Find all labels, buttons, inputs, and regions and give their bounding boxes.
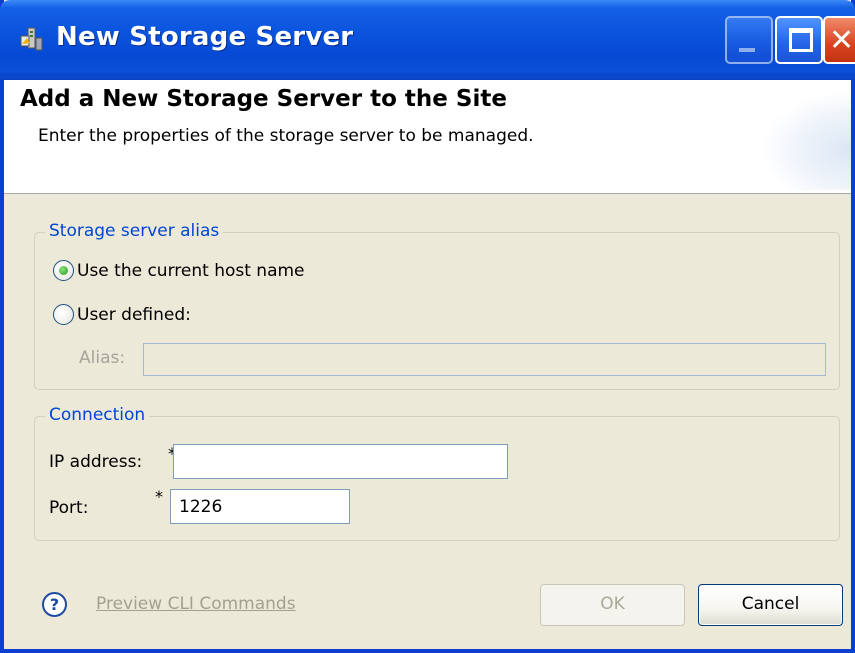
app-icon xyxy=(20,27,43,51)
alias-group: Storage server alias Use the current hos… xyxy=(34,221,840,390)
radio-user-defined[interactable]: User defined: xyxy=(53,304,191,325)
ip-address-label: IP address: xyxy=(49,452,143,472)
alias-group-legend: Storage server alias xyxy=(45,221,224,241)
help-icon[interactable]: ? xyxy=(42,592,67,617)
radio-current-host[interactable]: Use the current host name xyxy=(53,260,305,281)
ip-address-input[interactable] xyxy=(173,444,508,479)
wizard-header: Add a New Storage Server to the Site Ent… xyxy=(4,80,851,194)
ok-button: OK xyxy=(540,584,685,626)
cancel-button[interactable]: Cancel xyxy=(698,584,843,626)
header-decoration xyxy=(761,90,851,190)
maximize-button[interactable] xyxy=(775,16,823,64)
alias-input xyxy=(143,343,826,376)
close-icon: ✕ xyxy=(829,23,855,58)
port-label: Port: xyxy=(49,498,89,518)
minimize-button[interactable] xyxy=(725,16,773,64)
window-title: New Storage Server xyxy=(56,22,354,52)
port-required-marker: * xyxy=(155,487,163,506)
port-input[interactable] xyxy=(170,489,350,524)
connection-group-legend: Connection xyxy=(45,405,150,425)
page-description: Enter the properties of the storage serv… xyxy=(38,126,534,146)
maximize-icon xyxy=(789,28,813,52)
preview-cli-commands-link: Preview CLI Commands xyxy=(96,594,296,614)
radio-current-host-indicator[interactable] xyxy=(53,260,74,281)
radio-current-host-label[interactable]: Use the current host name xyxy=(77,261,305,281)
alias-label: Alias: xyxy=(79,348,126,368)
minimize-icon xyxy=(739,48,755,52)
radio-user-defined-label[interactable]: User defined: xyxy=(77,305,191,325)
title-bar[interactable]: New Storage Server ✕ xyxy=(0,0,855,80)
close-button[interactable]: ✕ xyxy=(823,16,855,64)
dialog-window: New Storage Server ✕ Add a New Storage S… xyxy=(0,0,855,653)
radio-user-defined-indicator[interactable] xyxy=(53,304,74,325)
connection-group: Connection IP address: * Port: * xyxy=(34,405,840,541)
page-title: Add a New Storage Server to the Site xyxy=(20,86,507,112)
